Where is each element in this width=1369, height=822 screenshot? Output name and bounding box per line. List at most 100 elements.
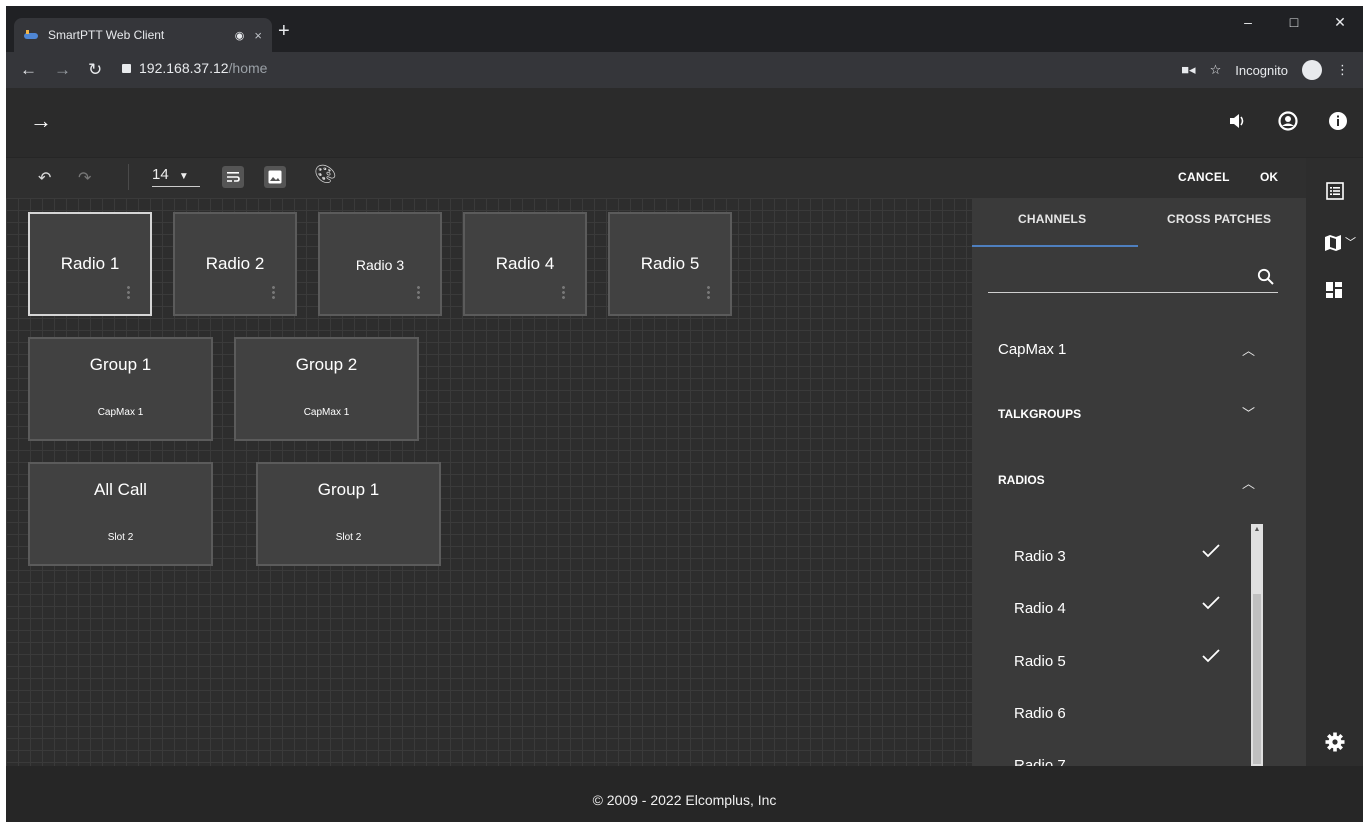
tile-radio-2[interactable]: Radio 2 <box>173 212 297 316</box>
tile-label: Group 1 <box>89 355 152 374</box>
talkgroups-header[interactable]: TALKGROUPS <box>998 407 1081 421</box>
app-window: SmartPTT Web Client ◉ × + – □ ✕ ← → ↻ 19… <box>6 6 1363 822</box>
right-icon-rail: ﹀ <box>1306 158 1363 766</box>
list-item-radio-7[interactable]: Radio 7 <box>1014 757 1066 766</box>
redo-icon[interactable]: ↷ <box>78 168 91 188</box>
url-host: 192.168.37.12 <box>139 60 229 76</box>
font-size-value: 14 <box>152 166 169 183</box>
reload-icon[interactable]: ↻ <box>88 60 102 80</box>
search-icon[interactable] <box>1257 268 1275 286</box>
header-icons <box>1227 110 1349 132</box>
tile-group-1-capmax[interactable]: Group 1 CapMax 1 <box>28 337 213 441</box>
list-item-radio-4[interactable]: Radio 4 <box>1014 600 1066 617</box>
tile-menu-icon[interactable] <box>417 285 420 300</box>
tile-menu-icon[interactable] <box>562 285 565 300</box>
tile-sublabel: Slot 2 <box>107 532 134 543</box>
tile-label: Radio 1 <box>60 254 120 273</box>
check-icon <box>1202 649 1220 668</box>
ok-button[interactable]: OK <box>1260 170 1278 184</box>
chevron-down-icon: ▼ <box>178 171 189 182</box>
font-size-select[interactable]: 14 ▼ <box>152 166 200 187</box>
tile-label: Radio 3 <box>355 257 405 273</box>
tile-sublabel: CapMax 1 <box>97 407 144 418</box>
tile-radio-5[interactable]: Radio 5 <box>608 212 732 316</box>
incognito-icon[interactable] <box>1302 60 1322 80</box>
tile-menu-icon[interactable] <box>707 285 710 300</box>
settings-gear-icon[interactable] <box>1325 732 1345 752</box>
check-icon <box>1202 596 1220 615</box>
dashboard-icon[interactable] <box>1326 282 1342 298</box>
tile-radio-4[interactable]: Radio 4 <box>463 212 587 316</box>
active-tab-indicator <box>972 245 1138 247</box>
browser-tab-title: SmartPTT Web Client <box>48 28 165 42</box>
copyright-text: © 2009 - 2022 Elcomplus, Inc <box>592 792 777 808</box>
list-item-radio-3[interactable]: Radio 3 <box>1014 548 1066 565</box>
url-field[interactable]: 192.168.37.12/home <box>122 60 267 76</box>
new-tab-button[interactable]: + <box>278 20 290 43</box>
tab-channels[interactable]: CHANNELS <box>1018 212 1086 226</box>
editor-toolbar: ↶ ↷ 14 ▼ 🎨︎ CANCEL OK <box>6 158 1306 198</box>
channels-panel: CHANNELS CROSS PATCHES CapMax 1 ︿ TALKGR… <box>972 198 1306 766</box>
chevron-up-icon[interactable]: ︿ <box>1242 473 1255 492</box>
tile-label: Group 1 <box>317 480 380 499</box>
browser-tab[interactable]: SmartPTT Web Client ◉ × <box>14 18 272 52</box>
tab-cross-patches[interactable]: CROSS PATCHES <box>1167 212 1271 226</box>
browser-tab-strip: SmartPTT Web Client ◉ × + – □ ✕ <box>6 6 1363 52</box>
bookmark-star-icon[interactable]: ☆ <box>1210 62 1222 78</box>
tile-menu-icon[interactable] <box>127 285 130 300</box>
close-window-button[interactable]: ✕ <box>1317 14 1363 31</box>
palette-icon[interactable]: 🎨︎ <box>314 164 337 185</box>
tile-sublabel: Slot 2 <box>335 532 362 543</box>
scrollbar-thumb[interactable] <box>1253 594 1261 764</box>
check-icon <box>1202 544 1220 563</box>
tile-label: Radio 5 <box>640 254 700 273</box>
tile-sublabel: CapMax 1 <box>303 407 350 418</box>
tab-close-icon[interactable]: × <box>254 28 262 43</box>
chevron-down-icon[interactable]: ﹀ <box>1345 234 1356 250</box>
channel-search-input[interactable] <box>988 292 1278 293</box>
chevron-up-icon[interactable]: ︿ <box>1242 340 1255 359</box>
account-icon[interactable] <box>1277 110 1299 132</box>
tile-all-call-slot-2[interactable]: All Call Slot 2 <box>28 462 213 566</box>
toolbar-divider <box>128 164 129 190</box>
undo-icon[interactable]: ↶ <box>38 168 51 188</box>
tile-label: Radio 4 <box>495 254 555 273</box>
tile-menu-icon[interactable] <box>272 285 275 300</box>
system-capmax-1[interactable]: CapMax 1 <box>998 341 1066 358</box>
background-image-button[interactable] <box>264 166 286 188</box>
chevron-down-icon[interactable]: ﹀ <box>1242 403 1255 422</box>
list-item-radio-6[interactable]: Radio 6 <box>1014 705 1066 722</box>
info-icon[interactable] <box>1327 110 1349 132</box>
cancel-button[interactable]: CANCEL <box>1178 170 1230 184</box>
browser-address-bar: ← → ↻ 192.168.37.12/home ■◂ ☆ Incognito … <box>6 52 1363 88</box>
back-arrow-icon[interactable]: ← <box>20 60 37 80</box>
smartptt-favicon-icon <box>24 30 38 39</box>
tile-label: All Call <box>94 480 147 499</box>
tile-group-2-capmax[interactable]: Group 2 CapMax 1 <box>234 337 419 441</box>
camera-icon[interactable]: ■◂ <box>1181 62 1195 78</box>
maximize-button[interactable]: □ <box>1271 14 1317 31</box>
app-header: → <box>6 88 1363 158</box>
scroll-up-arrow-icon[interactable]: ▲ <box>1251 524 1263 536</box>
layout-canvas[interactable]: Radio 1 Radio 2 Radio 3 Radio 4 Radio 5 … <box>6 198 972 766</box>
list-view-icon[interactable] <box>1326 182 1344 200</box>
text-wrap-button[interactable] <box>222 166 244 188</box>
tile-label: Group 2 <box>295 355 358 374</box>
tile-radio-1[interactable]: Radio 1 <box>28 212 152 316</box>
window-controls: – □ ✕ <box>1225 14 1363 31</box>
list-item-radio-5[interactable]: Radio 5 <box>1014 653 1066 670</box>
recording-indicator-icon: ◉ <box>234 29 245 42</box>
radios-header[interactable]: RADIOS <box>998 473 1045 487</box>
url-path: /home <box>228 60 268 76</box>
volume-icon[interactable] <box>1227 110 1249 132</box>
minimize-button[interactable]: – <box>1225 14 1271 31</box>
map-icon[interactable] <box>1324 234 1342 252</box>
tile-group-1-slot-2[interactable]: Group 1 Slot 2 <box>256 462 441 566</box>
radio-list-scrollbar[interactable]: ▲ <box>1251 524 1263 766</box>
browser-menu-icon[interactable]: ⋮ <box>1336 62 1349 78</box>
tile-radio-3[interactable]: Radio 3 <box>318 212 442 316</box>
exit-edit-arrow-icon[interactable]: → <box>30 108 52 134</box>
forward-arrow-icon[interactable]: → <box>54 60 71 80</box>
panel-tabs: CHANNELS CROSS PATCHES <box>972 198 1306 248</box>
tile-label: Radio 2 <box>205 254 265 273</box>
